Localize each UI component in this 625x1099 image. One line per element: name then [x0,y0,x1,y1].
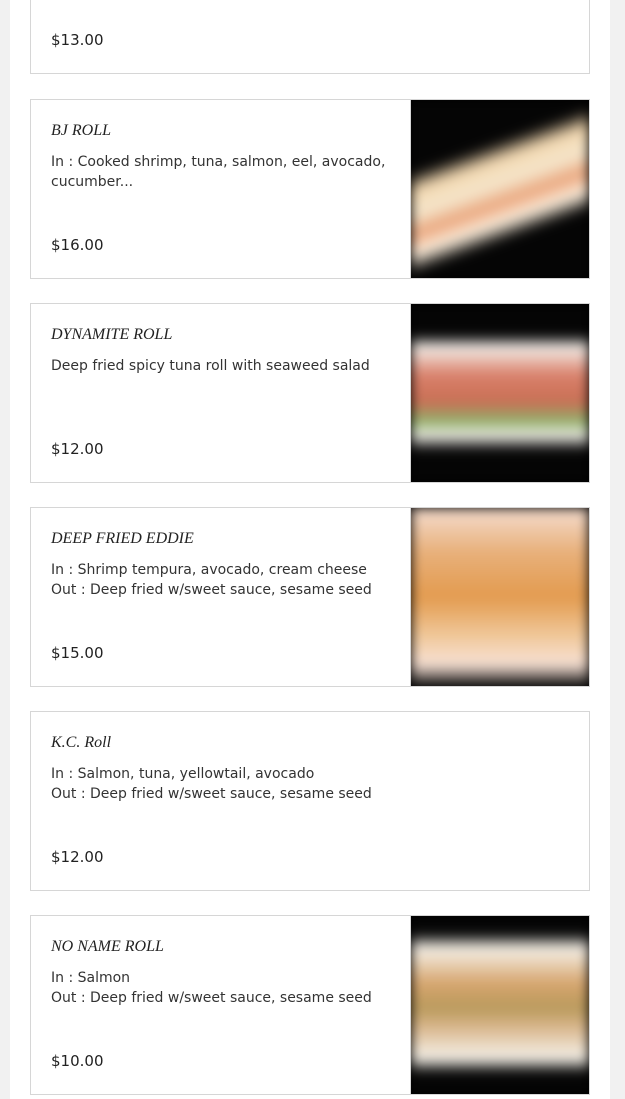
item-description: In : Cooked shrimp, tuna, salmon, eel, a… [51,152,391,192]
menu-item-card[interactable]: DEEP FRIED EDDIE In : Shrimp tempura, av… [30,507,590,687]
item-description-out: Out : Deep fried w/sweet sauce, sesame s… [51,990,372,1006]
menu-item-card[interactable]: DYNAMITE ROLL Deep fried spicy tuna roll… [30,303,590,483]
menu-item-card[interactable]: K.C. Roll In : Salmon, tuna, yellowtail,… [30,711,590,891]
item-price: $12.00 [51,848,104,866]
item-description: In : Salmon Out : Deep fried w/sweet sau… [51,968,391,1008]
item-description-text: Deep fried spicy tuna roll with seaweed … [51,358,370,374]
sushi-roll-photo[interactable] [410,100,589,278]
item-description: Deep fried spicy tuna roll with seaweed … [51,356,391,376]
item-price: $16.00 [51,236,104,254]
menu-item-card[interactable]: $13.00 [30,0,590,74]
sushi-roll-photo[interactable] [410,304,589,482]
item-price: $10.00 [51,1052,104,1070]
item-description-in: In : Shrimp tempura, avocado, cream chee… [51,562,367,578]
sushi-roll-photo[interactable] [410,916,589,1094]
item-description: In : Shrimp tempura, avocado, cream chee… [51,560,391,600]
menu-item-card[interactable]: BJ ROLL In : Cooked shrimp, tuna, salmon… [30,99,590,279]
item-name: DYNAMITE ROLL [51,326,173,343]
item-description: In : Salmon, tuna, yellowtail, avocado O… [51,764,391,804]
sushi-roll-photo[interactable] [410,508,589,686]
item-description-out: Out : Deep fried w/sweet sauce, sesame s… [51,582,372,598]
item-name: NO NAME ROLL [51,938,164,955]
menu-item-card[interactable]: NO NAME ROLL In : Salmon Out : Deep frie… [30,915,590,1095]
item-description-out: Out : Deep fried w/sweet sauce, sesame s… [51,786,372,802]
item-price: $12.00 [51,440,104,458]
item-price: $15.00 [51,644,104,662]
item-name: DEEP FRIED EDDIE [51,530,194,547]
item-name: K.C. Roll [51,734,112,751]
item-name: BJ ROLL [51,122,111,139]
item-description-in: In : Salmon, tuna, yellowtail, avocado [51,766,315,782]
item-description-text: In : Cooked shrimp, tuna, salmon, eel, a… [51,154,386,190]
item-price: $13.00 [51,31,104,49]
item-description-in: In : Salmon [51,970,131,986]
